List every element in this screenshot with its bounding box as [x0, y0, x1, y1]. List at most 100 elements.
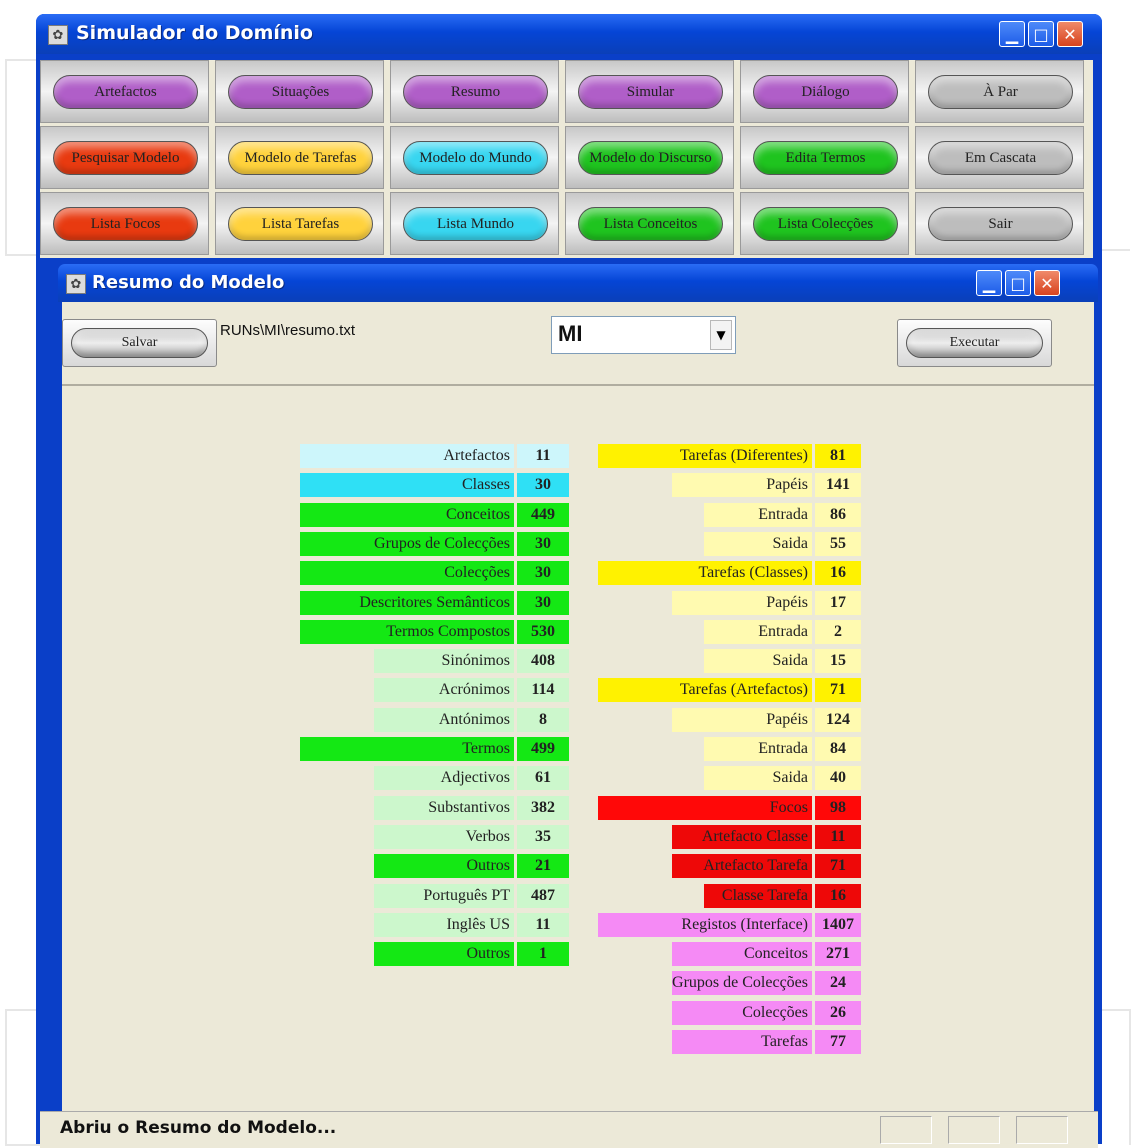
row-label: Acrónimos [374, 678, 514, 703]
main-titlebar[interactable]: ✿ Simulador do Domínio ▁ □ ✕ [36, 14, 1102, 54]
row-value: 114 [517, 678, 569, 703]
toolbar-button[interactable]: Modelo do Mundo [403, 141, 548, 175]
row-value: 30 [517, 531, 569, 556]
toolbar-button[interactable]: Simular [578, 75, 723, 109]
toolbar-button[interactable]: Modelo de Tarefas [228, 141, 373, 175]
toolbar-cell: Modelo do Discurso [565, 126, 734, 189]
row-value: 24 [815, 971, 861, 996]
row-label: Verbos [374, 824, 514, 849]
toolbar-cell: Simular [565, 60, 734, 123]
minimize-button[interactable]: ▁ [999, 21, 1025, 47]
toolbar-button[interactable]: Em Cascata [928, 141, 1073, 175]
row-value: 30 [517, 590, 569, 615]
save-button[interactable]: Salvar [62, 319, 217, 367]
toolbar-cell: Em Cascata [915, 126, 1084, 189]
toolbar-cell: Edita Termos [740, 126, 909, 189]
row-value: 26 [815, 1000, 861, 1025]
table-row: Tarefas (Diferentes) 81 [62, 444, 861, 470]
toolbar-button[interactable]: Diálogo [753, 75, 898, 109]
summary-close-button[interactable]: ✕ [1034, 270, 1060, 296]
row-value: 84 [815, 737, 861, 761]
row-label: Classe Tarefa [704, 883, 812, 908]
execute-button-label: Executar [906, 328, 1043, 358]
table-row: Artefacto Tarefa 71 [62, 854, 861, 880]
toolbar-button[interactable]: Situações [228, 75, 373, 109]
row-value: 21 [517, 854, 569, 879]
table-row: Focos 98 [62, 795, 861, 822]
toolbar-button[interactable]: Lista Tarefas [228, 207, 373, 241]
row-label: Outros [374, 854, 514, 879]
table-row: Entrada 84 [62, 737, 861, 763]
maximize-button[interactable]: □ [1028, 21, 1054, 47]
row-value: 124 [815, 707, 861, 732]
table-row: Saida 15 [62, 649, 861, 675]
toolbar-button[interactable]: Edita Termos [753, 141, 898, 175]
toolbar-cell: Resumo [390, 60, 559, 123]
row-value: 40 [815, 766, 861, 791]
row-value: 15 [815, 649, 861, 674]
row-label: Colecções [300, 561, 514, 586]
row-label: Focos [598, 795, 812, 820]
row-label: Conceitos [300, 502, 514, 527]
main-title: Simulador do Domínio [76, 22, 313, 44]
row-value: 81 [815, 444, 861, 468]
app-icon: ✿ [48, 25, 68, 45]
toolbar-button[interactable]: Pesquisar Modelo [53, 141, 198, 175]
row-value: 86 [815, 502, 861, 527]
row-value: 16 [815, 883, 861, 908]
toolbar-button[interactable]: Lista Focos [53, 207, 198, 241]
status-panel [1016, 1116, 1068, 1144]
row-value: 408 [517, 649, 569, 674]
table-row: Saida 40 [62, 766, 861, 792]
table-row: Entrada 2 [62, 619, 861, 646]
model-select[interactable]: MI ▼ [551, 316, 736, 354]
toolbar-button[interactable]: Lista Colecções [753, 207, 898, 241]
row-label: Entrada [704, 737, 812, 761]
row-value: 71 [815, 678, 861, 703]
row-label: Saida [704, 766, 812, 791]
summary-titlebar[interactable]: ✿ Resumo do Modelo ▁ □ ✕ [58, 264, 1098, 302]
table-row: Papéis 124 [62, 707, 861, 734]
execute-button[interactable]: Executar [897, 319, 1052, 367]
row-value: 61 [517, 766, 569, 791]
table-row: Conceitos 271 [62, 942, 861, 968]
row-label: Outros [374, 942, 514, 967]
close-button[interactable]: ✕ [1057, 21, 1083, 47]
toolbar-button[interactable]: Artefactos [53, 75, 198, 109]
row-label: Artefacto Tarefa [672, 854, 812, 879]
toolbar-button[interactable]: Lista Conceitos [578, 207, 723, 241]
row-value: 1407 [815, 912, 861, 937]
row-label: Entrada [704, 619, 812, 644]
row-label: Descritores Semânticos [300, 590, 514, 615]
summary-maximize-button[interactable]: □ [1005, 270, 1031, 296]
summary-minimize-button[interactable]: ▁ [976, 270, 1002, 296]
toolbar-button[interactable]: Lista Mundo [403, 207, 548, 241]
window-icon: ✿ [66, 274, 86, 294]
toolbar-button[interactable]: Sair [928, 207, 1073, 241]
row-label: Antónimos [374, 707, 514, 732]
toolbar-button[interactable]: Modelo do Discurso [578, 141, 723, 175]
row-label: Substantivos [374, 795, 514, 820]
status-panel [880, 1116, 932, 1144]
row-value: 11 [815, 824, 861, 849]
row-label: Papéis [672, 707, 812, 732]
table-row: Saida 55 [62, 531, 861, 558]
row-value: 8 [517, 707, 569, 732]
toolbar-button[interactable]: À Par [928, 75, 1073, 109]
row-value: 141 [815, 473, 861, 498]
row-label: Entrada [704, 502, 812, 527]
row-value: 2 [815, 619, 861, 644]
row-value: 77 [815, 1030, 861, 1054]
row-label: Saida [704, 649, 812, 674]
model-select-value: MI [558, 321, 583, 346]
row-value: 487 [517, 883, 569, 908]
toolbar-cell: Lista Colecções [740, 192, 909, 255]
toolbar-button[interactable]: Resumo [403, 75, 548, 109]
row-value: 382 [517, 795, 569, 820]
save-button-label: Salvar [71, 328, 208, 358]
row-value: 98 [815, 795, 861, 820]
chevron-down-icon[interactable]: ▼ [710, 320, 732, 350]
table-row: Tarefas 77 [62, 1030, 861, 1056]
file-path: RUNs\MI\resumo.txt [220, 322, 356, 339]
table-row: Papéis 141 [62, 473, 861, 499]
